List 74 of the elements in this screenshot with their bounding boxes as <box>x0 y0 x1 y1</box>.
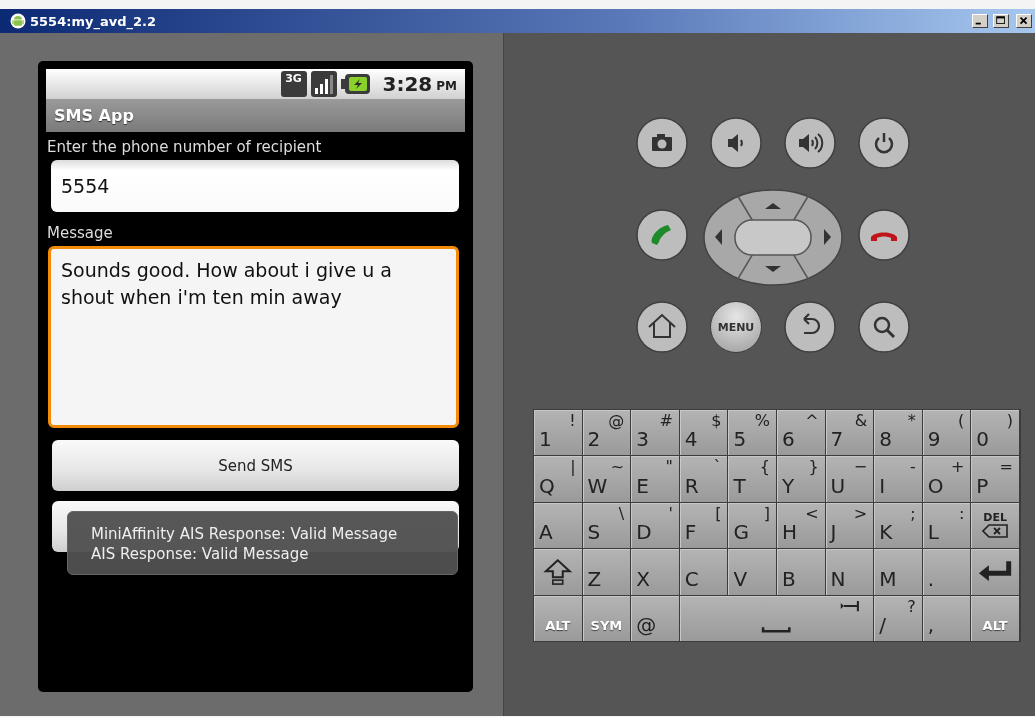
clock-period: PM <box>436 79 457 93</box>
delete-key[interactable]: DEL <box>971 502 1019 549</box>
keyboard-key[interactable]: L : <box>922 502 971 549</box>
minimize-button[interactable] <box>972 14 988 28</box>
window-title: 5554:my_avd_2.2 <box>30 13 157 29</box>
keyboard-key[interactable]: @ <box>631 595 679 641</box>
dpad-drawing[interactable] <box>703 189 843 286</box>
keyboard-key[interactable]: D ' <box>631 502 679 549</box>
keyboard-key[interactable]: E " <box>631 456 679 502</box>
toast-line: MiniAffinity AIS Response: Valid Message <box>91 524 399 544</box>
back-button[interactable] <box>784 301 836 353</box>
call-button[interactable] <box>636 209 688 261</box>
keyboard-key[interactable]: R ` <box>679 456 728 502</box>
keyboard-key[interactable]: Q | <box>534 456 582 502</box>
keyboard-key[interactable]: 4 $ <box>679 410 728 456</box>
keyboard-key[interactable]: C <box>679 549 728 595</box>
keyboard-key[interactable]: M <box>874 549 922 595</box>
toast-line: AIS Response: Valid Message <box>91 544 310 564</box>
android-icon <box>10 13 26 29</box>
backspace-icon <box>982 523 1009 538</box>
keyboard-key[interactable]: 6 ^ <box>776 410 825 456</box>
keyboard-key[interactable]: X <box>631 549 679 595</box>
home-button[interactable] <box>636 301 688 353</box>
keyboard-key[interactable]: Y } <box>776 456 825 502</box>
keyboard-key[interactable]: 3 # <box>631 410 679 456</box>
message-label: Message <box>47 223 114 244</box>
send-button[interactable]: Send SMS <box>52 440 459 491</box>
keyboard-key[interactable]: , <box>922 595 971 641</box>
keyboard-key[interactable]: 5 % <box>728 410 776 456</box>
space-key[interactable] <box>679 595 874 641</box>
keyboard-key[interactable]: 0 ) <box>971 410 1019 456</box>
power-button[interactable] <box>858 117 910 169</box>
battery-charging-icon <box>340 72 371 96</box>
keyboard-key[interactable]: H < <box>776 502 825 549</box>
keyboard-key[interactable]: G ] <box>728 502 776 549</box>
keyboard-key[interactable]: 1 ! <box>534 410 582 456</box>
close-button[interactable] <box>1016 14 1032 28</box>
volume-up-button[interactable] <box>784 117 836 169</box>
keyboard-key[interactable]: O + <box>922 456 971 502</box>
message-field[interactable]: Sounds good. How about i give u a shout when i'm ten min away <box>48 246 459 428</box>
keyboard-key[interactable]: . <box>922 549 971 595</box>
keyboard-key[interactable]: V <box>728 549 776 595</box>
keyboard-key[interactable]: A <box>534 502 582 549</box>
keyboard-key[interactable]: Z <box>582 549 631 595</box>
clock-time: 3:28 <box>382 72 433 96</box>
shift-key[interactable] <box>534 549 582 595</box>
keyboard-key[interactable]: P = <box>971 456 1019 502</box>
keyboard-key[interactable]: W ~ <box>582 456 631 502</box>
keyboard-key[interactable]: / ? <box>874 595 922 641</box>
keyboard-key[interactable]: U − <box>825 456 874 502</box>
keyboard-key[interactable]: S \ <box>582 502 631 549</box>
signal-icon <box>310 71 337 97</box>
keyboard-key[interactable]: I - <box>874 456 922 502</box>
keyboard-key[interactable]: K ; <box>874 502 922 549</box>
keyboard-key[interactable]: F [ <box>679 502 728 549</box>
camera-button[interactable] <box>636 117 688 169</box>
keyboard-key[interactable]: 8 * <box>874 410 922 456</box>
keyboard-key[interactable]: B <box>776 549 825 595</box>
menu-button[interactable]: MENU <box>710 301 762 353</box>
end-call-button[interactable] <box>858 209 910 261</box>
keyboard-key[interactable]: 2 @ <box>582 410 631 456</box>
keyboard-key[interactable]: 7 & <box>825 410 874 456</box>
phone-label: Enter the phone number of recipient <box>47 137 323 158</box>
keyboard-key[interactable]: 9 ( <box>922 410 971 456</box>
enter-key[interactable] <box>971 549 1019 595</box>
network-type-icon: 3G <box>280 71 307 97</box>
keyboard-key[interactable]: J > <box>825 502 874 549</box>
keyboard-key[interactable]: N <box>825 549 874 595</box>
app-title-bar: SMS App <box>46 99 465 132</box>
phone-field[interactable]: 5554 <box>51 160 459 212</box>
maximize-button[interactable] <box>993 14 1009 28</box>
volume-down-button[interactable] <box>710 117 762 169</box>
keyboard-key[interactable]: T { <box>728 456 776 502</box>
search-button[interactable] <box>858 301 910 353</box>
